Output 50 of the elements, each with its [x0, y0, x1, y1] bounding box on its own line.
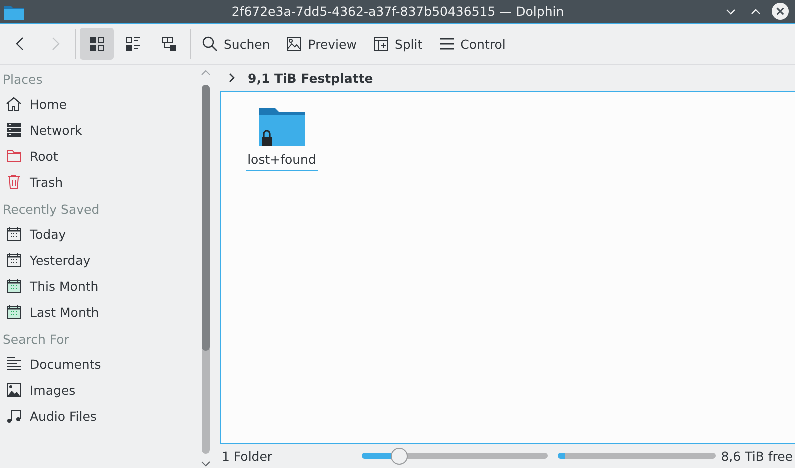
document-lines-icon [6, 356, 22, 372]
trash-icon [6, 174, 22, 190]
toolbar-button[interactable]: Split [364, 28, 431, 60]
status-text: 1 Folder [221, 448, 273, 464]
sidebar-item[interactable]: Documents [3, 351, 199, 377]
calendar-icon [6, 304, 22, 320]
close-icon[interactable] [772, 3, 789, 20]
split-view-icon [372, 36, 389, 52]
breadcrumb-item[interactable]: 9,1 TiB Festplatte [248, 70, 374, 86]
free-space-text: 8,6 TiB free [721, 448, 794, 464]
section-heading: Search For [3, 331, 70, 349]
sidebar-item[interactable]: Network [3, 117, 199, 143]
zoom-slider[interactable] [362, 448, 548, 464]
home-icon [6, 96, 22, 112]
sidebar-item[interactable]: Root [3, 143, 199, 169]
chevron-right-icon[interactable] [228, 72, 236, 84]
view-mode-button[interactable] [80, 28, 114, 60]
icon-view-icon [89, 36, 105, 52]
sidebar-item[interactable]: Trash [3, 169, 199, 195]
compact-view-icon [125, 36, 141, 52]
calendar-icon [6, 226, 22, 242]
scrollbar[interactable] [202, 85, 210, 454]
search-icon [202, 36, 218, 52]
sidebar-item[interactable]: Home [3, 91, 199, 117]
section-heading: Recently Saved [3, 201, 101, 219]
tree-view-icon [161, 36, 177, 52]
sidebar-item[interactable]: Audio Files [3, 403, 199, 429]
server-icon [6, 122, 22, 138]
sidebar-item[interactable]: Last Month [3, 299, 199, 325]
sidebar-item[interactable]: This Month [3, 273, 199, 299]
music-note-icon [6, 408, 22, 424]
image-icon [286, 36, 302, 52]
folder-icon [4, 4, 24, 20]
folder-icon [6, 148, 22, 164]
toolbar-button[interactable]: Preview [278, 28, 365, 60]
image-icon [6, 382, 22, 398]
toolbar-button[interactable]: Suchen [194, 28, 278, 60]
window-title: 2f672e3a-7dd5-4362-a37f-837b50436515 — Dolphin [230, 4, 566, 19]
sidebar-item[interactable]: Images [3, 377, 199, 403]
sidebar-item[interactable]: Today [3, 221, 199, 247]
sidebar-item[interactable]: Yesterday [3, 247, 199, 273]
slider-handle[interactable] [391, 448, 408, 464]
file-name[interactable]: lost+found [246, 152, 318, 171]
calendar-icon [6, 252, 22, 268]
section-heading: Places [3, 71, 44, 89]
menu-icon [438, 36, 455, 52]
calendar-icon [6, 278, 22, 294]
toolbar-button[interactable]: Control [430, 28, 514, 60]
scroll-down-icon[interactable] [201, 460, 211, 468]
locked-folder-icon[interactable] [259, 106, 305, 146]
